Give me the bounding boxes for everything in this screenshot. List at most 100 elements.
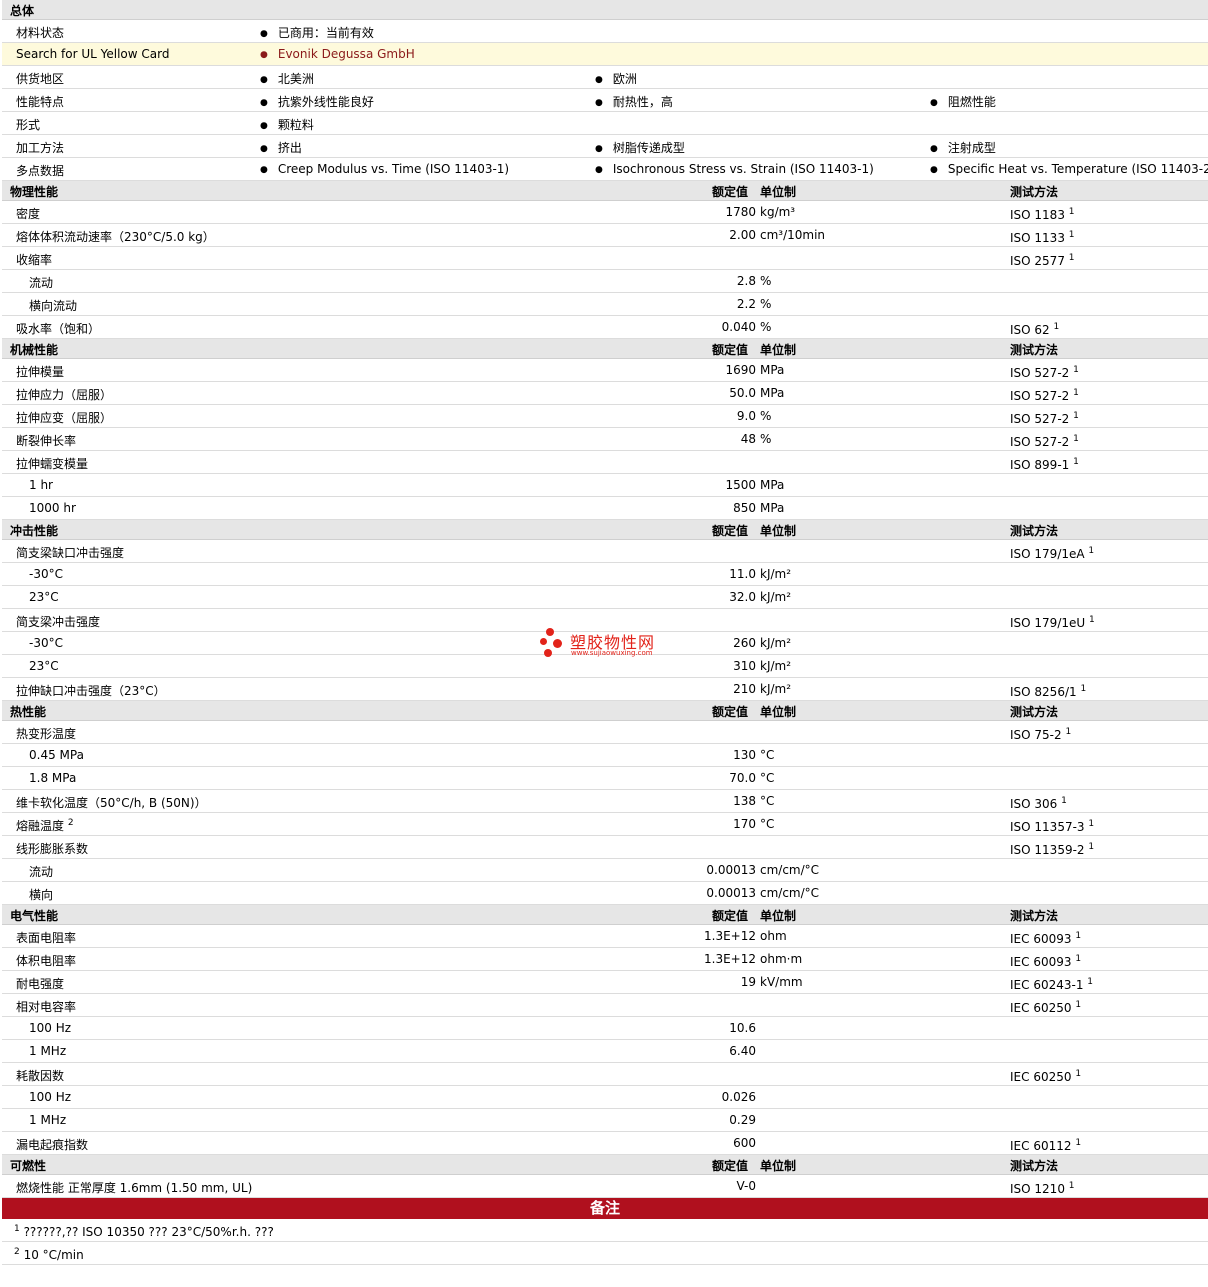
test-method: ISO 527-2 1 [1010, 411, 1079, 426]
property-unit: kJ/m² [760, 636, 792, 650]
property-label-text: 拉伸模量 [16, 365, 65, 379]
property-label-text: 1000 hr [29, 501, 76, 515]
footnote-ref: 2 [67, 818, 74, 828]
footnote-ref: 1 [1073, 388, 1079, 398]
section-title: 可燃性 [10, 1159, 47, 1173]
footnote-ref: 1 [1088, 819, 1095, 829]
general-row-processing: 加工方法 挤出 树脂传递成型 注射成型 [2, 135, 1208, 158]
property-label: 拉伸模量 [16, 363, 64, 380]
property-row: 表面电阻率 1.3E+12 ohm IEC 60093 1 [2, 925, 1208, 948]
general-label: 形式 [16, 118, 41, 132]
property-value: 170 [733, 817, 756, 831]
general-row-form: 形式 颗粒料 [2, 112, 1208, 135]
property-label-text: 横向流动 [29, 299, 78, 313]
column-header-method: 测试方法 [1010, 705, 1059, 719]
property-label: 密度 [16, 205, 40, 222]
section-header: 机械性能 额定值 单位制 测试方法 [2, 339, 1208, 359]
footnote-ref: 1 [1075, 1069, 1082, 1079]
property-label: -30°C [29, 567, 63, 581]
test-method: ISO 11359-2 1 [1010, 842, 1094, 857]
property-row: 横向流动 2.2% [2, 293, 1208, 316]
test-method-text: ISO 179/1eU [1010, 616, 1086, 630]
property-label: 耐电强度 [16, 975, 64, 992]
footnote-ref: 1 [1073, 411, 1079, 421]
property-unit: kJ/m² [760, 590, 792, 604]
section-title: 机械性能 [10, 343, 59, 357]
property-label: 表面电阻率 [16, 929, 76, 946]
test-method: IEC 60112 1 [1010, 1138, 1081, 1153]
column-header-value: 额定值 [712, 185, 749, 199]
property-label: 维卡软化温度（50°C/h, B (50N)） [16, 794, 207, 811]
property-row: 1 MHz 0.29 [2, 1109, 1208, 1132]
property-label-text: 维卡软化温度（50°C/h, B (50N)） [16, 796, 207, 810]
property-label: 熔融温度 2 [16, 817, 74, 834]
general-label: 材料状态 [16, 26, 65, 40]
property-value: 130 [733, 748, 756, 762]
general-value: 挤出 [260, 139, 302, 156]
property-label: 横向 [29, 886, 53, 903]
property-label: 1 MHz [29, 1044, 66, 1058]
column-header-method: 测试方法 [1010, 185, 1059, 199]
property-label: 耗散因数 [16, 1067, 64, 1084]
property-label: 漏电起痕指数 [16, 1136, 88, 1153]
property-row: 耗散因数 IEC 60250 1 [2, 1063, 1208, 1086]
footnote-ref: 1 [14, 1224, 20, 1234]
property-label: 线形膨胀系数 [16, 840, 88, 857]
property-unit: kJ/m² [760, 682, 792, 696]
test-method-text: ISO 75-2 [1010, 728, 1062, 742]
property-row: 密度 1780 kg/m³ ISO 1183 1 [2, 201, 1208, 224]
property-label: 拉伸应变（屈服） [16, 409, 112, 426]
property-value: 2.2 [736, 297, 756, 311]
column-header-value: 额定值 [712, 705, 749, 719]
footnote-ref: 1 [1089, 615, 1095, 625]
property-label-text: 1 hr [29, 478, 53, 492]
property-label-text: 1 MHz [29, 1113, 67, 1127]
property-label: 流动 [29, 863, 53, 880]
property-value: 2.8 [736, 274, 756, 288]
footnote-ref: 2 [14, 1247, 20, 1257]
test-method: IEC 60243-1 1 [1010, 977, 1093, 992]
property-label-text: 耐电强度 [16, 977, 65, 991]
general-row-features: 性能特点 抗紫外线性能良好 耐热性，高 阻燃性能 [2, 89, 1208, 112]
property-value: 2.00 [729, 228, 756, 242]
property-row: -30°C 11.0 kJ/m² [2, 563, 1208, 586]
property-label-text: 拉伸应力（屈服） [16, 388, 113, 402]
general-row-multipoint: 多点数据 Creep Modulus vs. Time (ISO 11403-1)… [2, 158, 1208, 181]
footnote-ref: 1 [1053, 322, 1060, 332]
property-label-text: 23°C [29, 590, 59, 604]
general-value: 阻燃性能 [930, 93, 996, 110]
property-row: 体积电阻率 1.3E+12 ohm·m IEC 60093 1 [2, 948, 1208, 971]
property-unit: kg/m³ [760, 205, 796, 219]
section-title: 冲击性能 [10, 524, 59, 538]
note-text: 1 ??????,?? ISO 10350 ??? 23°C/50%r.h. ?… [14, 1224, 274, 1239]
test-method-text: ISO 527-2 [1010, 389, 1070, 403]
property-row: 熔体体积流动速率（230°C/5.0 kg） 2.00 cm³/10min ISO 1… [2, 224, 1208, 247]
property-label-text: 吸水率（饱和） [16, 322, 101, 336]
note-row: 2 10 °C/min [2, 1242, 1208, 1265]
general-label[interactable]: Search for UL Yellow Card [16, 47, 169, 61]
property-label-text: 收缩率 [16, 253, 53, 267]
property-label-text: 密度 [16, 207, 41, 221]
property-row: 拉伸蠕变模量 ISO 899-1 1 [2, 451, 1208, 474]
test-method: ISO 62 1 [1010, 322, 1059, 337]
notes-title: 备注 [589, 1199, 620, 1217]
property-label-text: 体积电阻率 [16, 954, 77, 968]
property-row: 简支梁缺口冲击强度 ISO 179/1eA 1 [2, 540, 1208, 563]
property-value: 0.026 [721, 1090, 756, 1104]
supplier-link[interactable]: Evonik Degussa GmbH [260, 47, 415, 61]
test-method: ISO 75-2 1 [1010, 727, 1071, 742]
test-method-text: IEC 60250 [1010, 1070, 1072, 1084]
section-header: 电气性能 额定值 单位制 测试方法 [2, 905, 1208, 925]
property-unit: % [760, 432, 772, 446]
property-unit: °C [760, 748, 775, 762]
property-row: 吸水率（饱和） 0.040% ISO 62 1 [2, 316, 1208, 339]
footnote-ref: 1 [1068, 253, 1075, 263]
column-header-unit: 单位制 [760, 185, 797, 199]
general-value: 注射成型 [930, 139, 996, 156]
logo-dot-icon [546, 628, 554, 636]
section-header: 物理性能 额定值 单位制 测试方法 [2, 181, 1208, 201]
test-method: IEC 60250 1 [1010, 1000, 1081, 1015]
property-label-text: -30°C [29, 567, 63, 581]
property-label: 收缩率 [16, 251, 52, 268]
property-label: 流动 [29, 274, 53, 291]
